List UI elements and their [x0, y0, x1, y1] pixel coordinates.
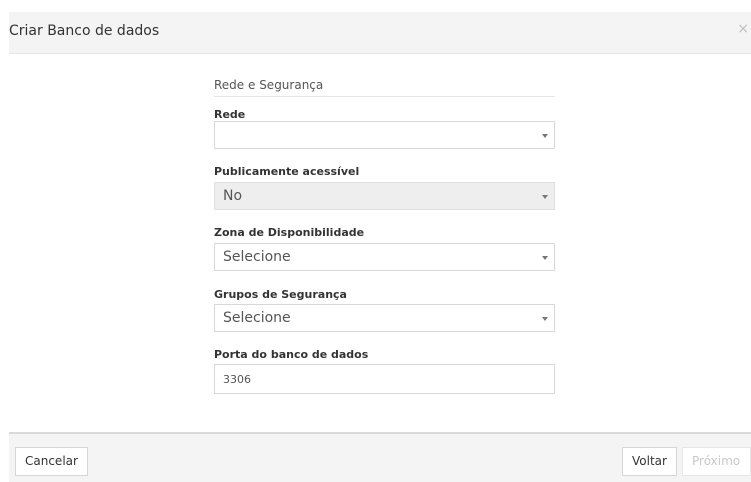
availability-zone-label: Zona de Disponibilidade [214, 226, 365, 239]
database-port-label: Porta do banco de dados [214, 348, 369, 361]
section-divider [214, 96, 555, 97]
chevron-down-icon [542, 195, 548, 199]
security-groups-select[interactable]: Selecione [214, 304, 555, 332]
modal-footer: Cancelar Voltar Próximo [9, 432, 751, 482]
close-icon[interactable]: × [737, 21, 749, 37]
chevron-down-icon [542, 256, 548, 260]
public-access-select: No [214, 182, 555, 210]
next-button[interactable]: Próximo [682, 447, 751, 476]
chevron-down-icon [542, 134, 548, 138]
back-button[interactable]: Voltar [622, 447, 677, 476]
public-access-label: Publicamente acessível [214, 165, 360, 178]
network-select[interactable] [214, 121, 555, 149]
section-title: Rede e Segurança [214, 78, 324, 92]
network-label: Rede [214, 108, 246, 121]
modal-title: Criar Banco de dados [9, 23, 160, 39]
chevron-down-icon [542, 317, 548, 321]
security-groups-label: Grupos de Segurança [214, 288, 347, 301]
public-access-value: No [223, 188, 243, 204]
availability-zone-select[interactable]: Selecione [214, 243, 555, 271]
cancel-button[interactable]: Cancelar [15, 447, 88, 476]
security-groups-value: Selecione [223, 310, 291, 326]
database-port-input[interactable] [214, 364, 555, 394]
modal-header: Criar Banco de dados × [9, 12, 751, 54]
availability-zone-value: Selecione [223, 249, 291, 265]
create-database-modal: Criar Banco de dados × Rede e Segurança … [9, 12, 751, 482]
